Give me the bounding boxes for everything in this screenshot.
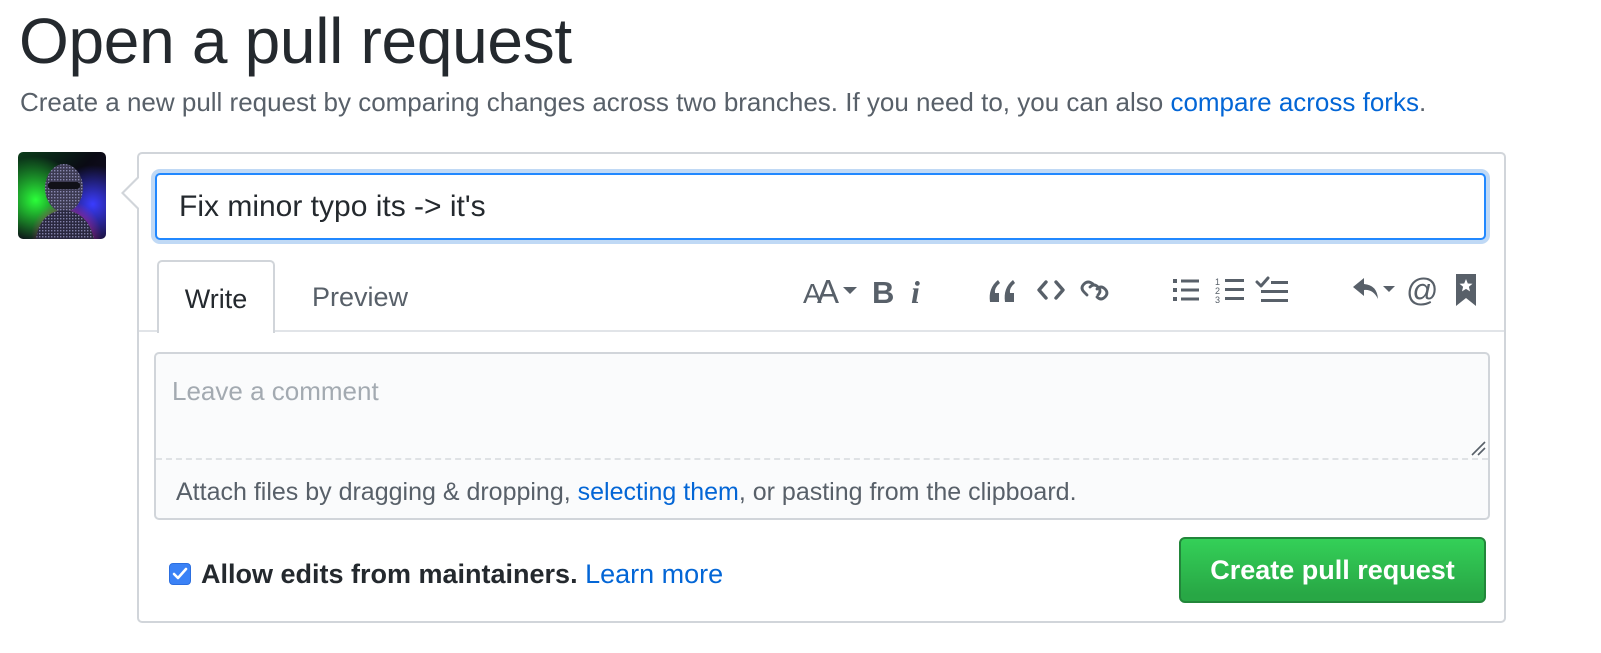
task-list-button[interactable]: [1254, 268, 1290, 312]
comment-field-container: Attach files by dragging & dropping, sel…: [154, 352, 1490, 520]
description-text: Create a new pull request by comparing c…: [20, 87, 1171, 117]
drag-and-drop-divider: [156, 458, 1488, 460]
svg-text:i: i: [911, 274, 920, 306]
avatar-image: [18, 152, 106, 239]
numbered-list-icon: 1 2 3: [1215, 277, 1244, 304]
resize-grip-icon[interactable]: [1470, 440, 1486, 456]
bold-icon: B: [872, 275, 894, 306]
bold-button[interactable]: B: [868, 268, 896, 312]
comment-textarea[interactable]: [156, 354, 1488, 458]
attach-suffix: , or pasting from the clipboard.: [738, 478, 1077, 506]
text-size-icon: A A: [803, 273, 857, 307]
learn-more-link[interactable]: Learn more: [585, 559, 723, 589]
link-icon: [1080, 280, 1109, 301]
mention-button[interactable]: @: [1404, 268, 1440, 312]
link-button[interactable]: [1076, 268, 1116, 312]
quote-button[interactable]: [984, 268, 1020, 312]
text-size-button[interactable]: A A: [802, 268, 858, 312]
code-button[interactable]: [1034, 268, 1068, 312]
pr-title-input[interactable]: [155, 173, 1486, 240]
reply-icon: [1353, 278, 1395, 299]
reference-button[interactable]: [1452, 268, 1480, 312]
comment-caret-fill: [124, 178, 139, 208]
bulleted-list-button[interactable]: [1170, 268, 1202, 312]
allow-edits-text: Allow edits from maintainers.: [201, 559, 578, 589]
saved-replies-button[interactable]: [1350, 268, 1398, 312]
svg-text:3: 3: [1215, 295, 1220, 304]
bookmark-icon: [1456, 274, 1476, 306]
compare-across-forks-link[interactable]: compare across forks: [1170, 87, 1419, 117]
attach-prefix: Attach files by dragging & dropping,: [176, 478, 578, 506]
italic-icon: i: [911, 274, 920, 306]
code-icon: [1037, 280, 1065, 300]
allow-edits-label: Allow edits from maintainers. Learn more: [201, 557, 723, 591]
quote-icon: [989, 280, 1015, 302]
page-title: Open a pull request: [19, 5, 572, 77]
page-description: Create a new pull request by comparing c…: [20, 86, 1426, 118]
italic-button[interactable]: i: [906, 268, 930, 312]
task-list-icon: [1255, 276, 1288, 302]
avatar[interactable]: [18, 152, 106, 239]
description-end: .: [1418, 87, 1427, 117]
svg-text:@: @: [1406, 273, 1438, 307]
tab-write[interactable]: Write: [157, 260, 275, 333]
bulleted-list-icon: [1173, 279, 1199, 301]
checkmark-icon: [172, 567, 188, 580]
numbered-list-button[interactable]: 1 2 3: [1214, 268, 1246, 312]
create-pull-request-button[interactable]: Create pull request: [1179, 537, 1486, 603]
select-files-link[interactable]: selecting them: [578, 478, 739, 506]
drag-and-drop-hint: Attach files by dragging & dropping, sel…: [176, 476, 1077, 508]
svg-text:A: A: [817, 273, 839, 307]
mention-icon: @: [1406, 273, 1438, 307]
allow-edits-checkbox[interactable]: [169, 563, 191, 585]
svg-text:B: B: [872, 275, 894, 306]
tab-preview[interactable]: Preview: [290, 260, 430, 332]
